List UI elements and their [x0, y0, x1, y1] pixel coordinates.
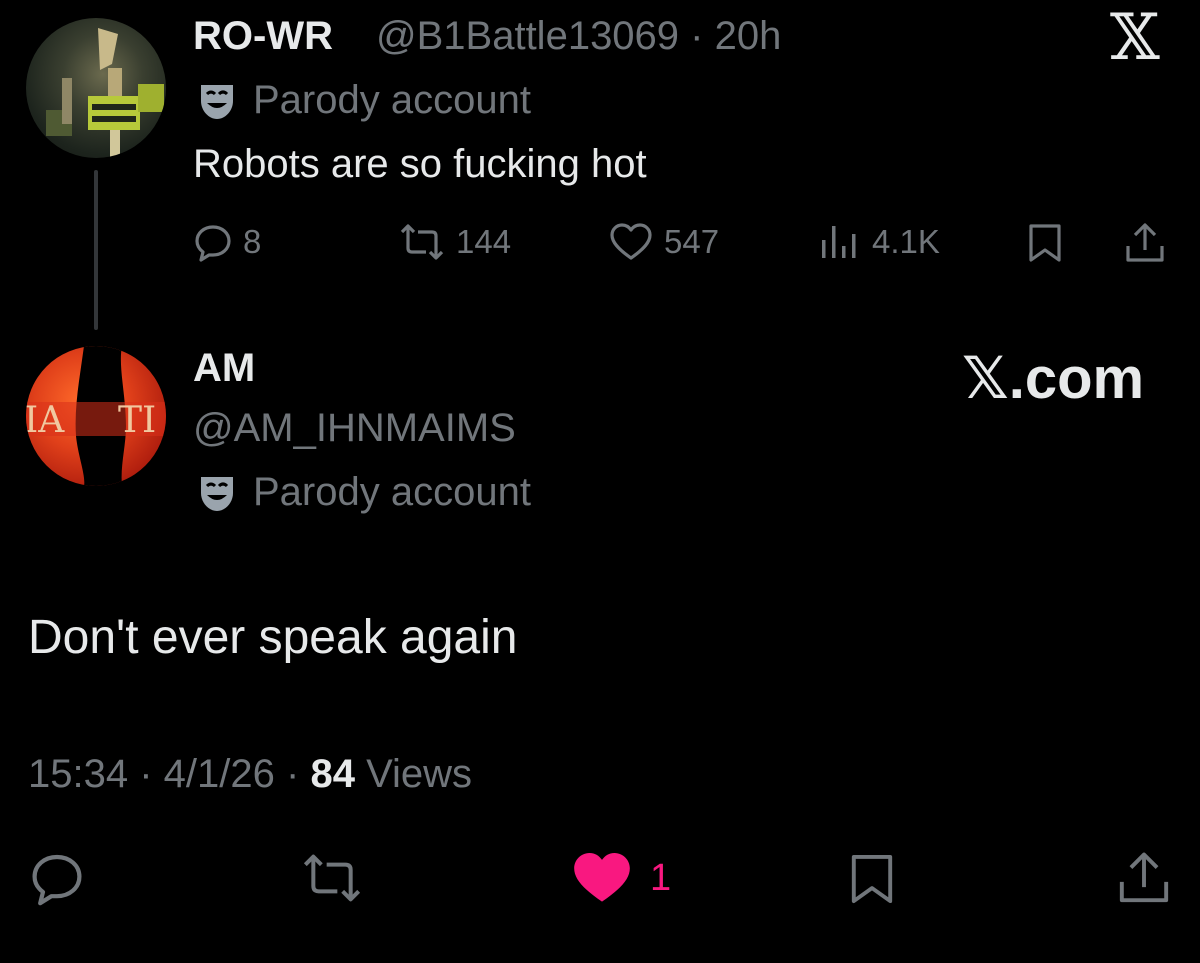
- parody-badge-label: Parody account: [253, 470, 531, 514]
- heart-icon: [610, 223, 652, 260]
- views-button[interactable]: 4.1K: [818, 222, 940, 262]
- tweet-time[interactable]: 15:34: [28, 752, 128, 796]
- tweet-date[interactable]: 4/1/26: [164, 752, 275, 796]
- like-button[interactable]: 547: [608, 222, 719, 262]
- repost-arrows-icon: [400, 224, 444, 260]
- speech-bubble-icon: [32, 854, 82, 906]
- svg-text:TI: TI: [118, 400, 156, 441]
- heart-filled-icon: [574, 852, 630, 902]
- repost-arrows-icon: [303, 854, 361, 902]
- like-count: 1: [650, 856, 672, 899]
- share-upload-icon: [1119, 852, 1169, 903]
- svg-text:IA: IA: [26, 400, 65, 441]
- repost-button[interactable]: [300, 850, 364, 906]
- repost-count: 144: [456, 223, 512, 260]
- separator-dot: ·: [286, 752, 311, 796]
- views-count: 4.1K: [872, 223, 940, 260]
- reply-author-handle[interactable]: @AM_IHNMAIMS: [193, 406, 516, 451]
- bookmark-button[interactable]: [1025, 222, 1065, 264]
- views-count: 84: [310, 752, 355, 796]
- author-handle-and-time[interactable]: @B1Battle13069 · 20h: [376, 14, 781, 59]
- like-button-active[interactable]: 1: [570, 850, 671, 906]
- reply-count: 8: [243, 223, 262, 260]
- reply-tweet-text: Don't ever speak again: [28, 611, 518, 664]
- bar-chart-icon: [822, 226, 856, 258]
- bookmark-icon: [851, 854, 893, 904]
- parody-badge-label: Parody account: [253, 78, 531, 122]
- bookmark-icon: [1029, 224, 1061, 262]
- am-avatar-image: IA TI: [26, 346, 166, 486]
- reply-button[interactable]: [28, 850, 86, 906]
- share-upload-icon: [1126, 223, 1164, 262]
- reply-parody-badge: Parody account: [195, 470, 531, 515]
- avatar-ro-wr[interactable]: [26, 18, 166, 158]
- like-count: 547: [664, 223, 720, 260]
- x-com-watermark: 𝕏.com: [962, 346, 1145, 411]
- speech-bubble-icon: [195, 225, 231, 262]
- bookmark-button[interactable]: [846, 850, 898, 908]
- views-label: Views: [366, 752, 473, 796]
- thread-connector-line: [94, 170, 98, 330]
- reply-author-name[interactable]: AM: [193, 346, 255, 391]
- reply-button[interactable]: 8: [193, 222, 261, 262]
- tweet-metadata: 15:34 · 4/1/26 · 84 Views: [28, 752, 472, 797]
- robot-avatar-image: [46, 28, 164, 158]
- share-button[interactable]: [1122, 220, 1168, 266]
- theater-mask-icon: [201, 84, 233, 119]
- theater-mask-icon: [201, 476, 233, 511]
- separator-dot: ·: [139, 752, 164, 796]
- author-name[interactable]: RO-WR: [193, 14, 333, 59]
- x-logo-icon: 𝕏: [1110, 1, 1160, 75]
- tweet-text: Robots are so fucking hot: [193, 142, 647, 186]
- parody-badge: Parody account: [195, 78, 531, 123]
- repost-button[interactable]: 144: [398, 222, 511, 262]
- avatar-am[interactable]: IA TI: [26, 346, 166, 486]
- share-button[interactable]: [1114, 848, 1174, 908]
